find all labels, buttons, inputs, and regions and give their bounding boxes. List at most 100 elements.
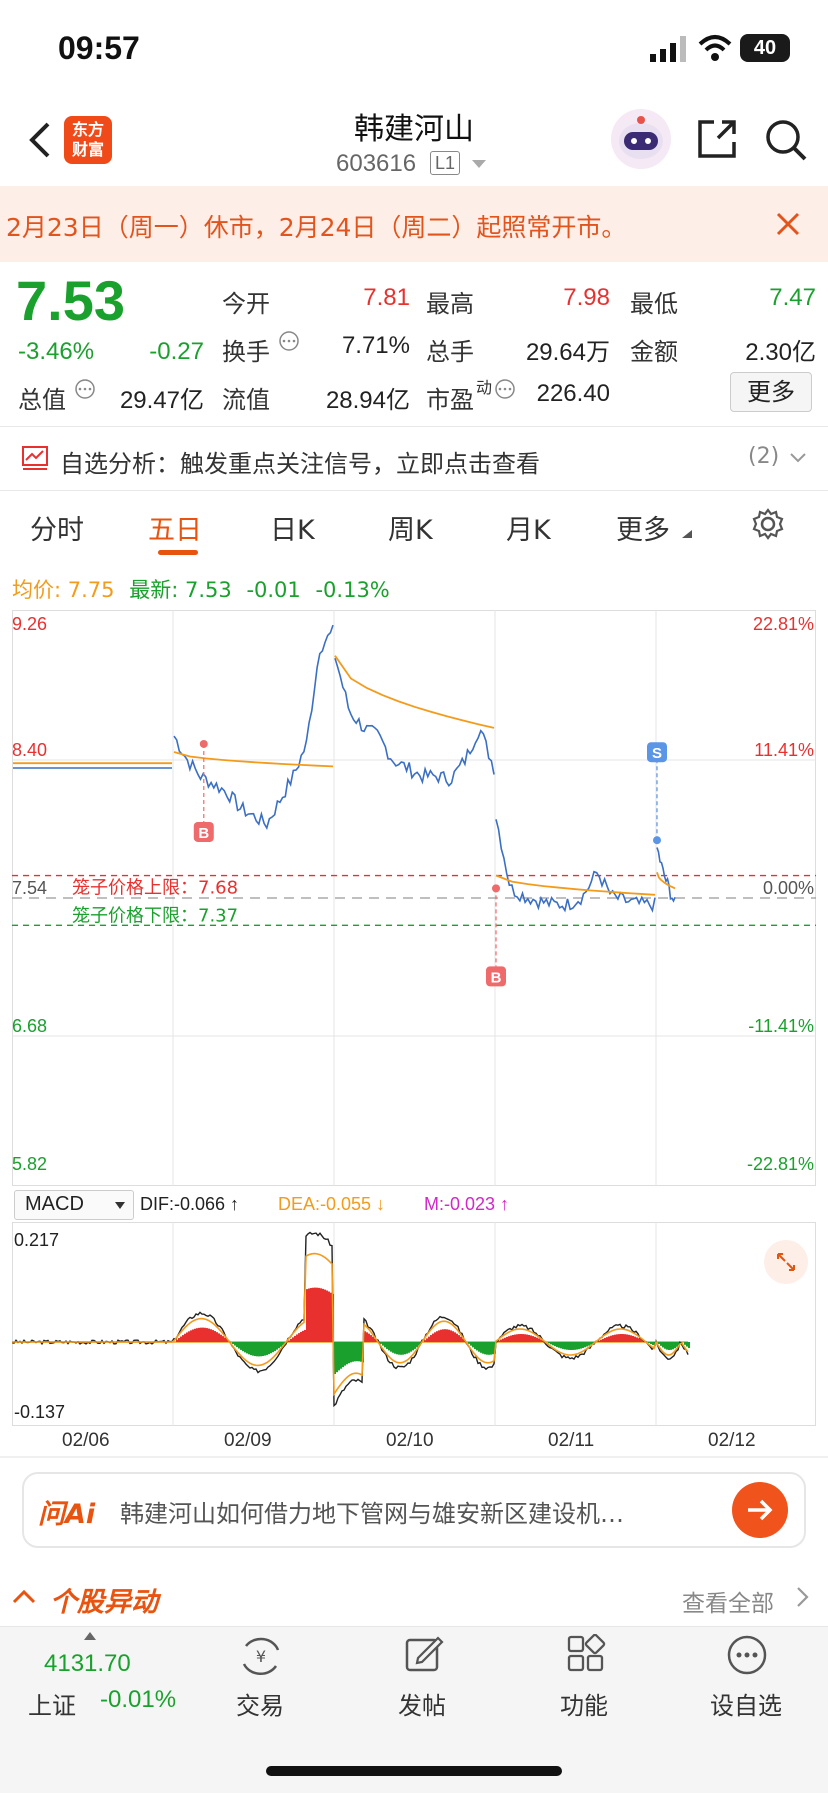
- pe-superscript: 动: [476, 378, 493, 397]
- nav-post[interactable]: 发帖: [362, 1686, 482, 1721]
- macd-bar: [520, 1334, 522, 1342]
- search-icon[interactable]: [764, 118, 808, 162]
- tab-monthly-k[interactable]: 月K: [506, 508, 551, 547]
- info-icon[interactable]: [278, 330, 300, 352]
- chevron-up-icon[interactable]: [12, 1588, 36, 1604]
- macd-ymin: -0.137: [14, 1402, 66, 1422]
- macd-bar: [186, 1332, 188, 1342]
- macd-bar: [474, 1342, 476, 1349]
- macd-bar: [534, 1336, 536, 1342]
- macd-bar: [316, 1287, 318, 1342]
- functions-grid-icon[interactable]: [566, 1634, 606, 1674]
- avg-line: [334, 655, 495, 729]
- expand-button[interactable]: [764, 1240, 808, 1284]
- analysis-text[interactable]: 自选分析：触发重点关注信号，立即点击查看: [60, 444, 540, 479]
- nav-add-watchlist[interactable]: 设自选: [686, 1686, 806, 1721]
- macd-bar: [400, 1342, 402, 1355]
- macd-bar: [504, 1337, 506, 1342]
- view-all-link[interactable]: 查看全部: [682, 1584, 774, 1618]
- high-label: 最高: [426, 290, 474, 318]
- x-tick-label: 02/12: [708, 1430, 756, 1451]
- index-value[interactable]: 4131.70: [44, 1650, 131, 1678]
- mktcap-value: 29.47亿: [119, 387, 204, 414]
- macd-bar: [404, 1342, 406, 1355]
- macd-bar: [384, 1342, 386, 1348]
- macd-bar: [208, 1328, 210, 1342]
- more-button[interactable]: 更多: [730, 372, 812, 412]
- macd-bar: [686, 1342, 688, 1347]
- macd-bar: [388, 1342, 390, 1351]
- more-dots-icon[interactable]: [726, 1634, 768, 1676]
- macd-bar: [582, 1342, 584, 1348]
- indicator-select[interactable]: MACD: [14, 1190, 134, 1220]
- macd-bar: [514, 1334, 516, 1342]
- divider: [0, 1456, 828, 1458]
- ai-question-text[interactable]: 韩建河山如何借力地下管网与雄安新区建设机…: [120, 1494, 624, 1529]
- macd-bar: [500, 1339, 502, 1342]
- post-icon[interactable]: [404, 1634, 444, 1674]
- x-tick-label: 02/06: [62, 1430, 110, 1451]
- macd-bar: [352, 1342, 354, 1362]
- level-badge[interactable]: L1: [430, 151, 461, 175]
- close-icon[interactable]: [776, 212, 800, 236]
- cage-lower-label: 笼子价格下限：7.37: [72, 905, 238, 926]
- chart-info-line: 均价: 7.75 最新: 7.53 -0.01 -0.13%: [12, 574, 390, 604]
- macd-bar: [476, 1342, 478, 1351]
- macd-bar: [572, 1342, 574, 1350]
- macd-chart-canvas[interactable]: [12, 1222, 816, 1426]
- index-name: 上证: [28, 1692, 76, 1720]
- macd-bar: [438, 1330, 440, 1342]
- chevron-right-icon[interactable]: [796, 1586, 810, 1608]
- macd-bar: [366, 1332, 368, 1342]
- robot-avatar-icon[interactable]: [610, 108, 672, 170]
- ai-send-button[interactable]: [732, 1482, 788, 1538]
- settings-gear-icon[interactable]: [752, 508, 784, 540]
- info-icon[interactable]: [74, 378, 96, 400]
- macd-bar: [614, 1334, 616, 1342]
- macd-bar: [342, 1342, 344, 1368]
- nav-trade[interactable]: 交易: [200, 1686, 320, 1721]
- change-value: -0.27: [149, 338, 204, 365]
- macd-bar: [492, 1342, 494, 1355]
- price-chart-canvas[interactable]: 9.26 22.81% 8.40 11.41% 7.54 0.00% 6.68 -11.41%…: [12, 610, 816, 1186]
- macd-bar: [624, 1334, 626, 1342]
- macd-bar: [406, 1342, 408, 1354]
- macd-bar: [622, 1334, 624, 1342]
- macd-bar: [244, 1342, 246, 1353]
- price-line: [656, 847, 676, 903]
- pe-value: 226.40: [536, 380, 610, 407]
- macd-bar: [532, 1336, 534, 1342]
- macd-bar: [432, 1333, 434, 1342]
- macd-bar: [240, 1342, 242, 1350]
- macd-bar: [566, 1342, 568, 1350]
- notice-text: 2月23日（周一）休市，2月24日（周二）起照常开市。: [6, 213, 627, 242]
- macd-bar: [398, 1342, 400, 1355]
- tab-weekly-k[interactable]: 周K: [388, 508, 433, 547]
- tab-daily-k[interactable]: 日K: [270, 508, 315, 547]
- y-tick-label-left: 6.68: [12, 1016, 47, 1036]
- nav-functions[interactable]: 功能: [524, 1686, 644, 1721]
- tab-five-day[interactable]: 五日: [148, 508, 202, 547]
- macd-dif: DIF:-0.066 ↑: [140, 1194, 240, 1214]
- macd-bar: [424, 1340, 426, 1342]
- turnover-label: 换手: [222, 338, 270, 366]
- macd-bar: [602, 1338, 604, 1342]
- chevron-down-icon[interactable]: [790, 452, 806, 464]
- macd-bar: [396, 1342, 398, 1355]
- tab-more[interactable]: 更多: [616, 508, 670, 547]
- tab-intraday[interactable]: 分时: [30, 508, 84, 547]
- dropdown-icon[interactable]: [472, 160, 486, 170]
- macd-bar: [688, 1342, 690, 1349]
- y-tick-label-right: 11.41%: [754, 740, 814, 760]
- macd-bar: [302, 1330, 304, 1342]
- price-line: [495, 819, 656, 913]
- share-icon[interactable]: [696, 118, 738, 160]
- macd-bar: [320, 1288, 322, 1342]
- turnover-value: 7.71%: [341, 332, 410, 359]
- trade-icon[interactable]: ¥: [238, 1636, 284, 1676]
- macd-bar: [564, 1342, 566, 1350]
- macd-bar: [508, 1336, 510, 1342]
- macd-bar: [616, 1334, 618, 1342]
- macd-bar: [488, 1342, 490, 1355]
- macd-bar: [586, 1342, 588, 1347]
